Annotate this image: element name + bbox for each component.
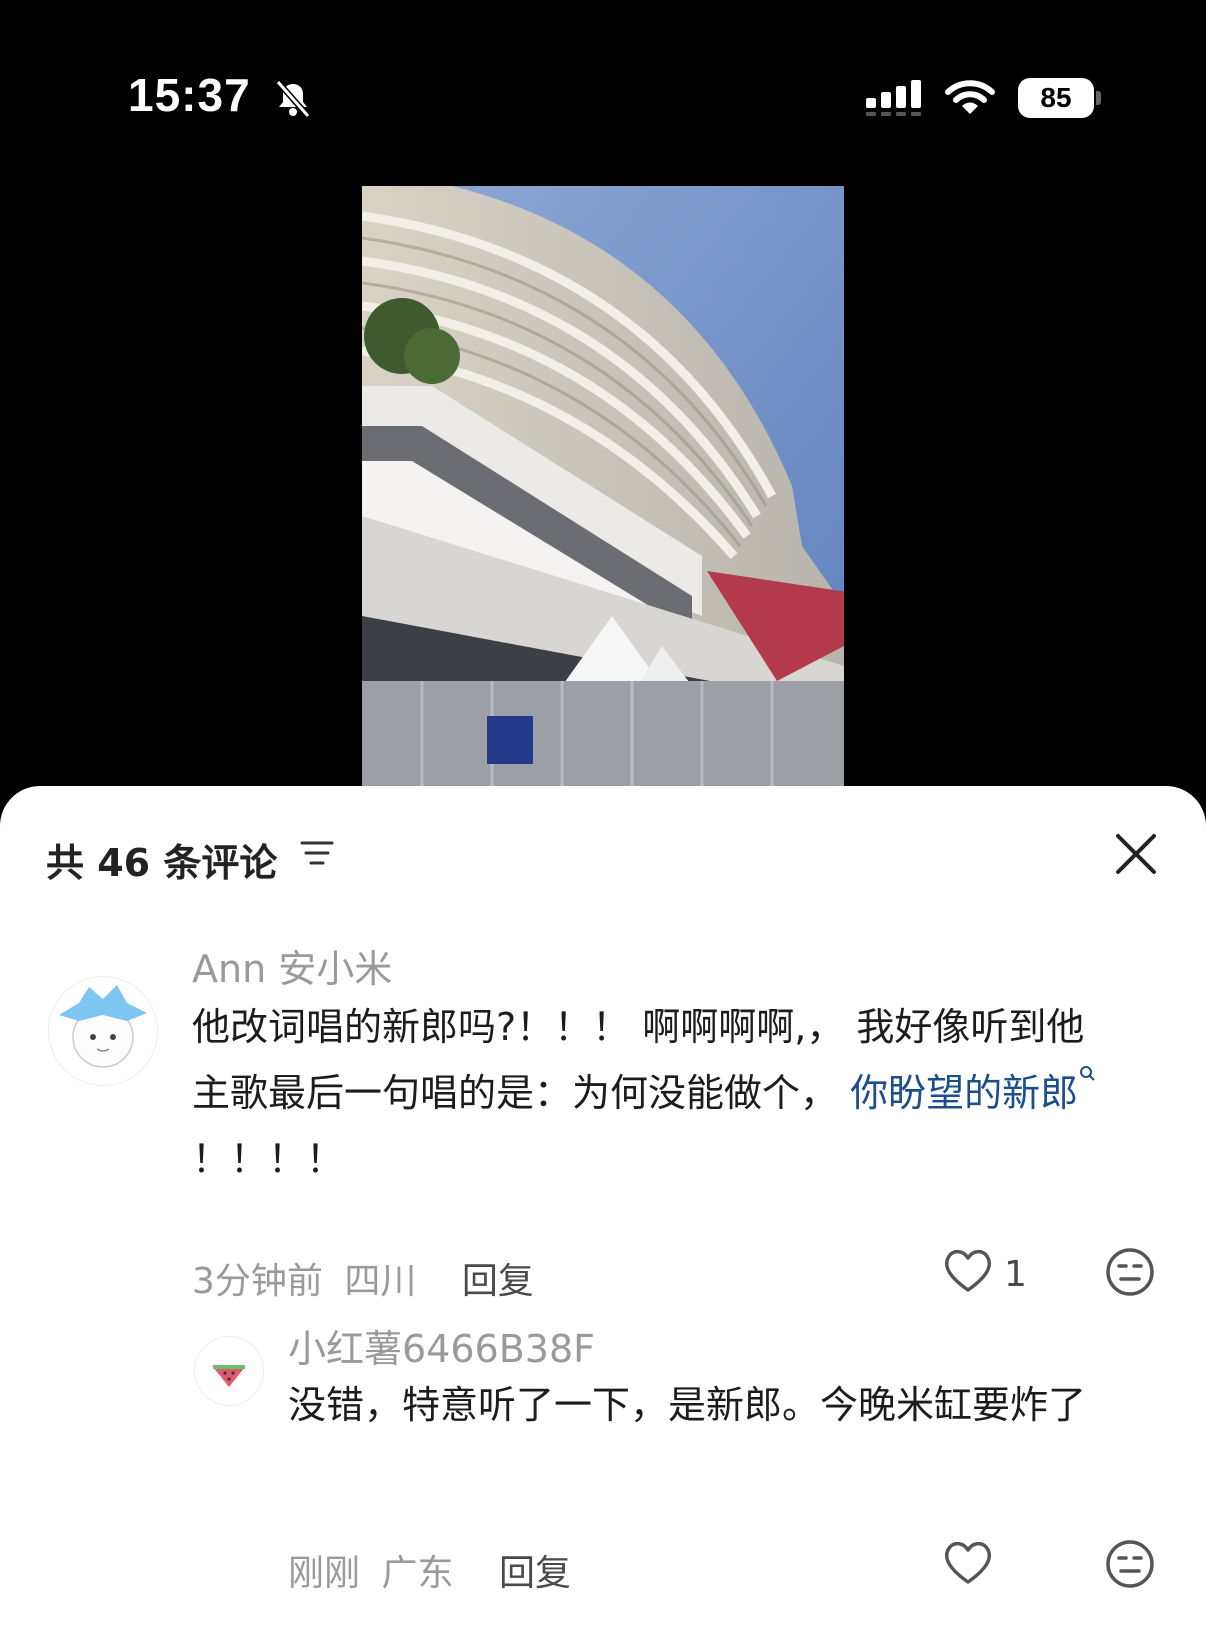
- battery-level: 85: [1040, 82, 1072, 113]
- comment-text: 他改词唱的新郎吗?！！！ 啊啊啊啊,， 我好像听到他主歌最后一句唱的是：为何没能…: [192, 994, 1122, 1192]
- comment-username[interactable]: Ann 安小米: [192, 938, 392, 993]
- comment-time: 3分钟前: [192, 1261, 323, 1302]
- signal-icon: [866, 80, 921, 116]
- reply-meta: 刚刚 广东 回复: [288, 1544, 571, 1596]
- battery-indicator: 85: [1018, 78, 1101, 118]
- wifi-icon: [945, 80, 995, 114]
- avatar[interactable]: [48, 976, 158, 1086]
- search-icon: [1080, 1066, 1095, 1081]
- mention-text: 你盼望的新郎: [850, 1071, 1079, 1115]
- post-photo[interactable]: [362, 186, 844, 786]
- comment-text-tail: ！！！！: [192, 1137, 345, 1181]
- heart-icon[interactable]: [942, 1538, 994, 1586]
- like-count: 1: [1004, 1254, 1027, 1295]
- neutral-face-icon[interactable]: [1104, 1538, 1156, 1590]
- reply-time: 刚刚: [288, 1553, 361, 1594]
- status-time: 15:37: [128, 69, 251, 121]
- reply-button[interactable]: 回复: [499, 1553, 571, 1594]
- reply-text: 没错，特意听了一下，是新郎。今晚米缸要炸了: [288, 1383, 1087, 1427]
- status-bar: 15:37 85: [0, 0, 1206, 180]
- sort-icon[interactable]: [300, 838, 334, 868]
- avatar[interactable]: [194, 1336, 264, 1406]
- comments-title: 共 46 条评论: [46, 841, 278, 885]
- heart-icon[interactable]: [942, 1246, 994, 1294]
- reply-button[interactable]: 回复: [462, 1261, 534, 1302]
- bell-slash-icon: [275, 80, 311, 118]
- comment-meta: 3分钟前 四川 回复: [192, 1252, 534, 1304]
- comment-location: 四川: [344, 1261, 417, 1302]
- reply-location: 广东: [381, 1553, 454, 1594]
- close-icon[interactable]: [1114, 832, 1158, 876]
- neutral-face-icon[interactable]: [1104, 1246, 1156, 1298]
- reply-username[interactable]: 小红薯6466B38F: [288, 1318, 595, 1373]
- comment-mention-link[interactable]: 你盼望的新郎: [850, 1066, 1098, 1115]
- comments-sheet: 共 46 条评论 Ann 安小米 他改词唱的新郎吗?！！！ 啊啊啊啊,， 我好像…: [0, 786, 1206, 1638]
